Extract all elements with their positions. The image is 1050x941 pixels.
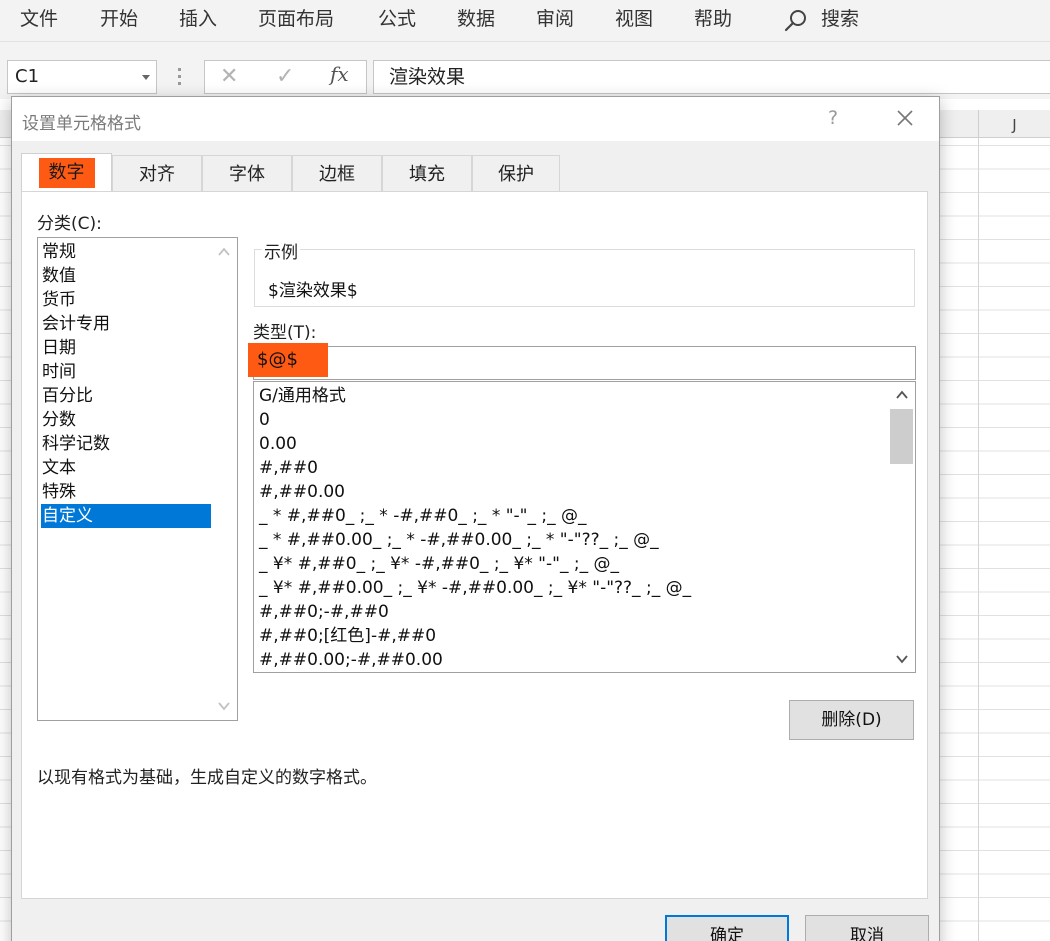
sample-value: $渲染效果$ <box>268 281 358 301</box>
menu-review[interactable]: 审阅 <box>536 6 574 32</box>
tab-alignment[interactable]: 对齐 <box>112 155 202 191</box>
format-cells-dialog: 设置单元格格式 ? 数字 对齐 字体 边框 填充 保护 分类(C): 常规 数值… <box>11 96 940 941</box>
scrollbar-thumb[interactable] <box>890 409 913 464</box>
tab-border[interactable]: 边框 <box>292 155 382 191</box>
category-percentage[interactable]: 百分比 <box>41 384 211 408</box>
menu-formulas[interactable]: 公式 <box>378 6 416 32</box>
name-box-value: C1 <box>15 66 40 87</box>
column-divider <box>978 138 979 941</box>
format-item[interactable]: #,##0;-#,##0 <box>259 600 389 624</box>
chevron-up-icon[interactable] <box>895 388 909 402</box>
confirm-entry-icon[interactable]: ✓ <box>276 64 294 89</box>
category-list[interactable]: 常规 数值 货币 会计专用 日期 时间 百分比 分数 科学记数 文本 特殊 自定… <box>37 237 238 721</box>
format-item[interactable]: G/通用格式 <box>259 384 346 408</box>
chevron-up-icon[interactable] <box>217 245 231 259</box>
tab-number-label: 数字 <box>38 158 95 188</box>
dialog-title: 设置单元格格式 <box>22 114 141 134</box>
format-item[interactable]: _ * #,##0.00_ ;_ * -#,##0.00_ ;_ * "-"??… <box>259 528 659 552</box>
format-item[interactable]: #,##0.00 <box>259 480 345 504</box>
column-header-j[interactable]: J <box>978 110 1050 138</box>
search-label[interactable]: 搜索 <box>821 6 859 32</box>
category-time[interactable]: 时间 <box>41 360 211 384</box>
type-input[interactable]: $@$ <box>248 343 916 380</box>
format-item[interactable]: _ ¥* #,##0.00_ ;_ ¥* -#,##0.00_ ;_ ¥* "-… <box>259 576 691 600</box>
tab-font[interactable]: 字体 <box>202 155 292 191</box>
help-button[interactable]: ? <box>828 107 838 129</box>
format-item[interactable]: _ * #,##0_ ;_ * -#,##0_ ;_ * "-"_ ;_ @_ <box>259 504 587 528</box>
menu-view[interactable]: 视图 <box>615 6 653 32</box>
format-item[interactable]: #,##0.00;-#,##0.00 <box>259 648 443 672</box>
number-tab-panel: 分类(C): 常规 数值 货币 会计专用 日期 时间 百分比 分数 科学记数 文… <box>21 191 928 899</box>
dialog-titlebar: 设置单元格格式 ? <box>12 97 939 141</box>
chevron-down-icon[interactable] <box>895 652 909 666</box>
type-input-value: $@$ <box>248 343 328 377</box>
tab-protection[interactable]: 保护 <box>472 155 560 191</box>
menu-insert[interactable]: 插入 <box>179 6 217 32</box>
category-general[interactable]: 常规 <box>41 240 211 264</box>
format-list-scrollbar[interactable] <box>889 382 915 672</box>
ribbon-menu-bar: 文件 开始 插入 页面布局 公式 数据 审阅 视图 帮助 搜索 <box>0 0 1050 42</box>
tab-fill[interactable]: 填充 <box>382 155 472 191</box>
formula-bar: C1 ✕ ✓ fx 渲染效果 <box>0 42 1050 99</box>
category-fraction[interactable]: 分数 <box>41 408 211 432</box>
menu-data[interactable]: 数据 <box>457 6 495 32</box>
category-scrollbar[interactable] <box>212 239 236 719</box>
format-item[interactable]: 0 <box>259 408 270 432</box>
menu-help[interactable]: 帮助 <box>694 6 732 32</box>
ok-button[interactable]: 确定 <box>665 915 789 941</box>
category-special[interactable]: 特殊 <box>41 480 211 504</box>
chevron-down-icon[interactable] <box>217 699 231 713</box>
sample-legend: 示例 <box>262 238 300 263</box>
tab-number[interactable]: 数字 <box>21 153 112 191</box>
format-description: 以现有格式为基础，生成自定义的数字格式。 <box>37 768 377 788</box>
category-label: 分类(C): <box>37 214 102 234</box>
format-item[interactable]: #,##0;[红色]-#,##0 <box>259 624 436 648</box>
format-item[interactable]: 0.00 <box>259 432 297 456</box>
menu-page-layout[interactable]: 页面布局 <box>258 6 334 32</box>
type-label: 类型(T): <box>253 323 317 343</box>
search-icon[interactable] <box>783 8 809 34</box>
format-item[interactable]: _ ¥* #,##0_ ;_ ¥* -#,##0_ ;_ ¥* "-"_ ;_ … <box>259 552 619 576</box>
name-box[interactable]: C1 <box>7 60 157 94</box>
category-accounting[interactable]: 会计专用 <box>41 312 211 336</box>
category-date[interactable]: 日期 <box>41 336 211 360</box>
cancel-entry-icon[interactable]: ✕ <box>220 64 238 89</box>
cancel-button[interactable]: 取消 <box>805 915 929 941</box>
formula-input[interactable]: 渲染效果 <box>373 60 1050 94</box>
format-item[interactable]: #,##0 <box>259 456 318 480</box>
close-icon[interactable] <box>892 105 918 131</box>
category-text[interactable]: 文本 <box>41 456 211 480</box>
category-number[interactable]: 数值 <box>41 264 211 288</box>
delete-button[interactable]: 删除(D) <box>789 700 914 740</box>
menu-file[interactable]: 文件 <box>20 6 58 32</box>
menu-home[interactable]: 开始 <box>100 6 138 32</box>
category-currency[interactable]: 货币 <box>41 288 211 312</box>
drag-handle-icon[interactable] <box>178 68 181 86</box>
category-custom[interactable]: 自定义 <box>41 504 211 528</box>
chevron-down-icon[interactable] <box>142 75 150 80</box>
category-scientific[interactable]: 科学记数 <box>41 432 211 456</box>
format-code-list[interactable]: G/通用格式 0 0.00 #,##0 #,##0.00 _ * #,##0_ … <box>253 381 916 673</box>
insert-function-icon[interactable]: fx <box>330 62 349 86</box>
